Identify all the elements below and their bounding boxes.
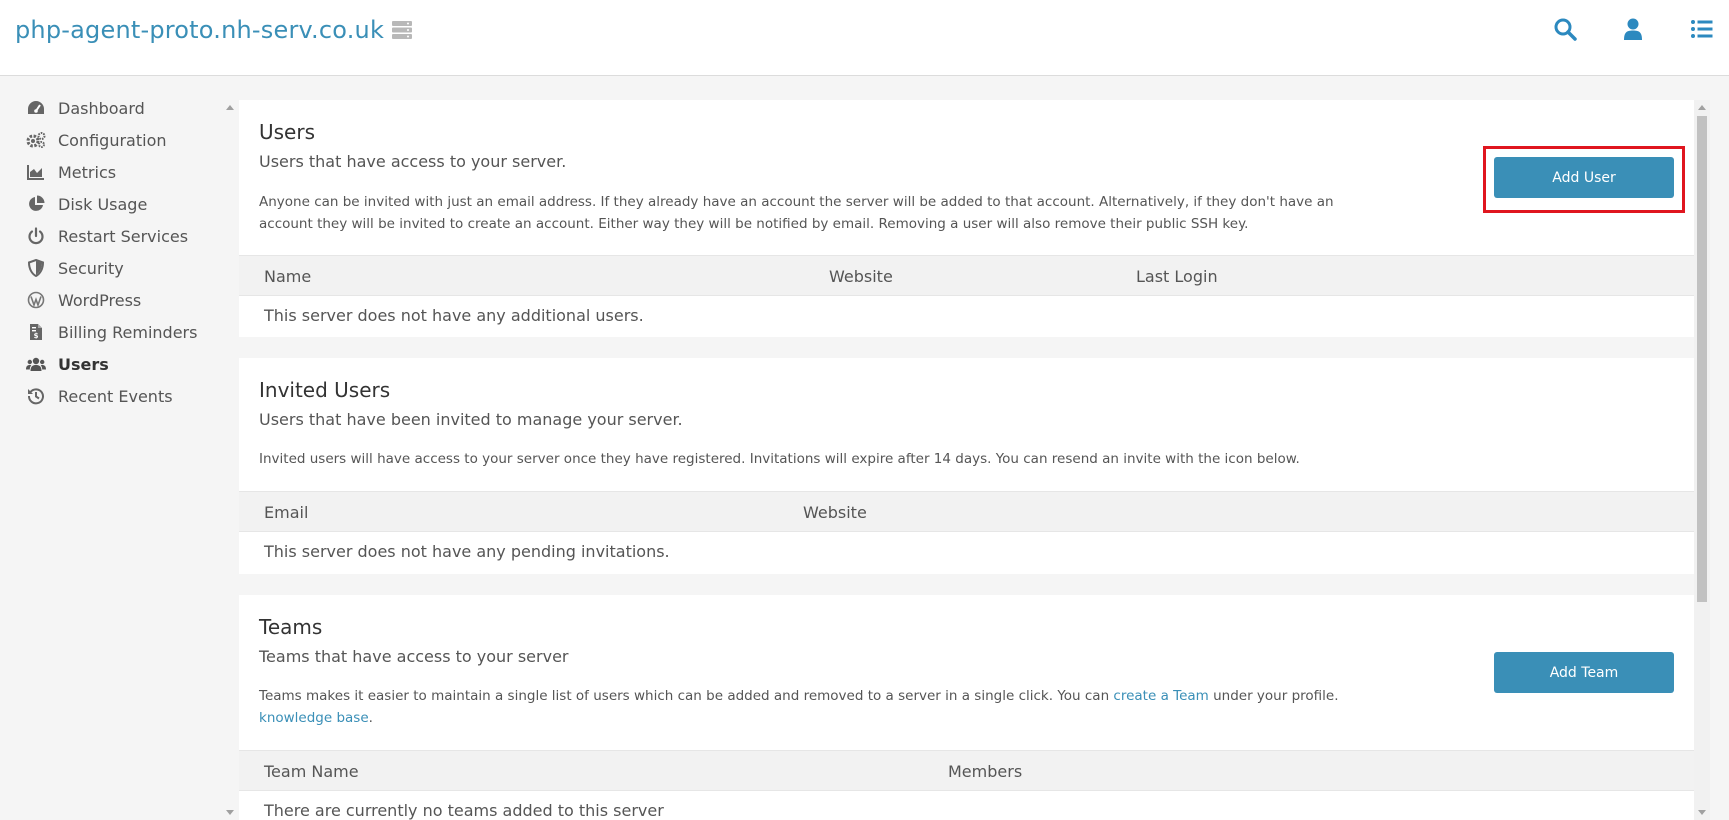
sidebar-item-dashboard[interactable]: Dashboard	[26, 94, 216, 122]
teams-subtitle: Teams that have access to your server	[259, 647, 569, 666]
sidebar: Dashboard Configuration Metrics Disk Usa…	[0, 76, 222, 820]
sidebar-item-security[interactable]: Security	[26, 254, 216, 282]
wordpress-icon	[26, 290, 46, 310]
sidebar-item-label: Recent Events	[58, 386, 173, 406]
invited-empty-message: This server does not have any pending in…	[264, 542, 670, 561]
teams-empty-row: There are currently no teams added to th…	[239, 791, 1694, 820]
sidebar-item-label: Billing Reminders	[58, 322, 198, 342]
sidebar-item-restart-services[interactable]: Restart Services	[26, 222, 216, 250]
teams-empty-message: There are currently no teams added to th…	[264, 801, 664, 820]
sidebar-item-billing-reminders[interactable]: $ Billing Reminders	[26, 318, 216, 346]
sidebar-item-label: WordPress	[58, 290, 142, 310]
sidebar-item-disk-usage[interactable]: Disk Usage	[26, 190, 216, 218]
sidebar-item-wordpress[interactable]: WordPress	[26, 286, 216, 314]
site-title[interactable]: php-agent-proto.nh-serv.co.uk	[15, 16, 384, 44]
add-user-button[interactable]: Add User	[1494, 157, 1674, 198]
users-subtitle: Users that have access to your server.	[259, 152, 567, 171]
knowledge-base-link[interactable]: knowledge base	[259, 710, 369, 726]
teams-description: Teams makes it easier to maintain a sing…	[259, 688, 1339, 726]
sidebar-item-label: Security	[58, 258, 124, 278]
scroll-up-arrow-icon[interactable]	[226, 105, 234, 110]
scroll-down-arrow-icon[interactable]	[226, 810, 234, 815]
user-icon[interactable]	[1621, 17, 1645, 41]
users-empty-message: This server does not have any additional…	[264, 306, 644, 325]
sidebar-item-label: Metrics	[58, 162, 117, 182]
users-empty-row: This server does not have any additional…	[239, 296, 1694, 336]
sidebar-item-users[interactable]: Users	[26, 350, 216, 378]
column-header-email[interactable]: Email	[264, 503, 308, 522]
scrollbar-thumb[interactable]	[1697, 116, 1707, 602]
top-bar: php-agent-proto.nh-serv.co.uk	[0, 0, 1729, 76]
column-header-members[interactable]: Members	[948, 762, 1022, 781]
scroll-down-arrow-icon[interactable]	[1698, 810, 1706, 815]
sidebar-item-configuration[interactable]: Configuration	[26, 126, 216, 154]
invoice-icon: $	[26, 322, 46, 342]
invited-users-title: Invited Users	[259, 378, 391, 402]
sidebar-item-label: Restart Services	[58, 226, 189, 246]
invited-users-panel: Invited Users Users that have been invit…	[239, 358, 1694, 574]
sidebar-item-label: Configuration	[58, 130, 167, 150]
invited-users-description: Invited users will have access to your s…	[259, 451, 1300, 467]
content-scrollbar[interactable]	[1694, 100, 1710, 820]
sidebar-item-label: Dashboard	[58, 98, 145, 118]
gears-icon	[26, 130, 46, 150]
area-chart-icon	[26, 162, 46, 182]
column-header-website[interactable]: Website	[829, 267, 893, 286]
add-team-button[interactable]: Add Team	[1494, 652, 1674, 693]
users-table-header: Name Website Last Login	[239, 255, 1694, 296]
invited-empty-row: This server does not have any pending in…	[239, 532, 1694, 572]
scroll-up-arrow-icon[interactable]	[1698, 105, 1706, 110]
shield-icon	[26, 258, 46, 278]
server-icon[interactable]	[391, 20, 413, 40]
users-icon	[26, 354, 46, 374]
column-header-name[interactable]: Name	[264, 267, 311, 286]
pie-chart-icon	[26, 194, 46, 214]
menu-list-icon[interactable]	[1690, 17, 1714, 41]
teams-title: Teams	[259, 615, 323, 639]
history-icon	[26, 386, 46, 406]
invited-table-header: Email Website	[239, 491, 1694, 532]
svg-text:$: $	[34, 332, 39, 340]
column-header-team-name[interactable]: Team Name	[264, 762, 359, 781]
sidebar-item-label: Users	[58, 354, 109, 374]
column-header-website[interactable]: Website	[803, 503, 867, 522]
users-title: Users	[259, 120, 316, 144]
sidebar-item-recent-events[interactable]: Recent Events	[26, 382, 216, 410]
search-icon[interactable]	[1553, 17, 1577, 41]
teams-table-header: Team Name Members	[239, 750, 1694, 791]
create-team-link[interactable]: create a Team	[1113, 688, 1208, 704]
power-icon	[26, 226, 46, 246]
dashboard-icon	[26, 98, 46, 118]
invited-users-subtitle: Users that have been invited to manage y…	[259, 410, 683, 429]
users-panel: Users Users that have access to your ser…	[239, 100, 1694, 337]
sidebar-item-label: Disk Usage	[58, 194, 148, 214]
users-description: Anyone can be invited with just an email…	[259, 194, 1334, 232]
sidebar-item-metrics[interactable]: Metrics	[26, 158, 216, 186]
teams-panel: Teams Teams that have access to your ser…	[239, 595, 1694, 820]
sidebar-scrollbar[interactable]	[222, 100, 238, 820]
column-header-last-login[interactable]: Last Login	[1136, 267, 1218, 286]
